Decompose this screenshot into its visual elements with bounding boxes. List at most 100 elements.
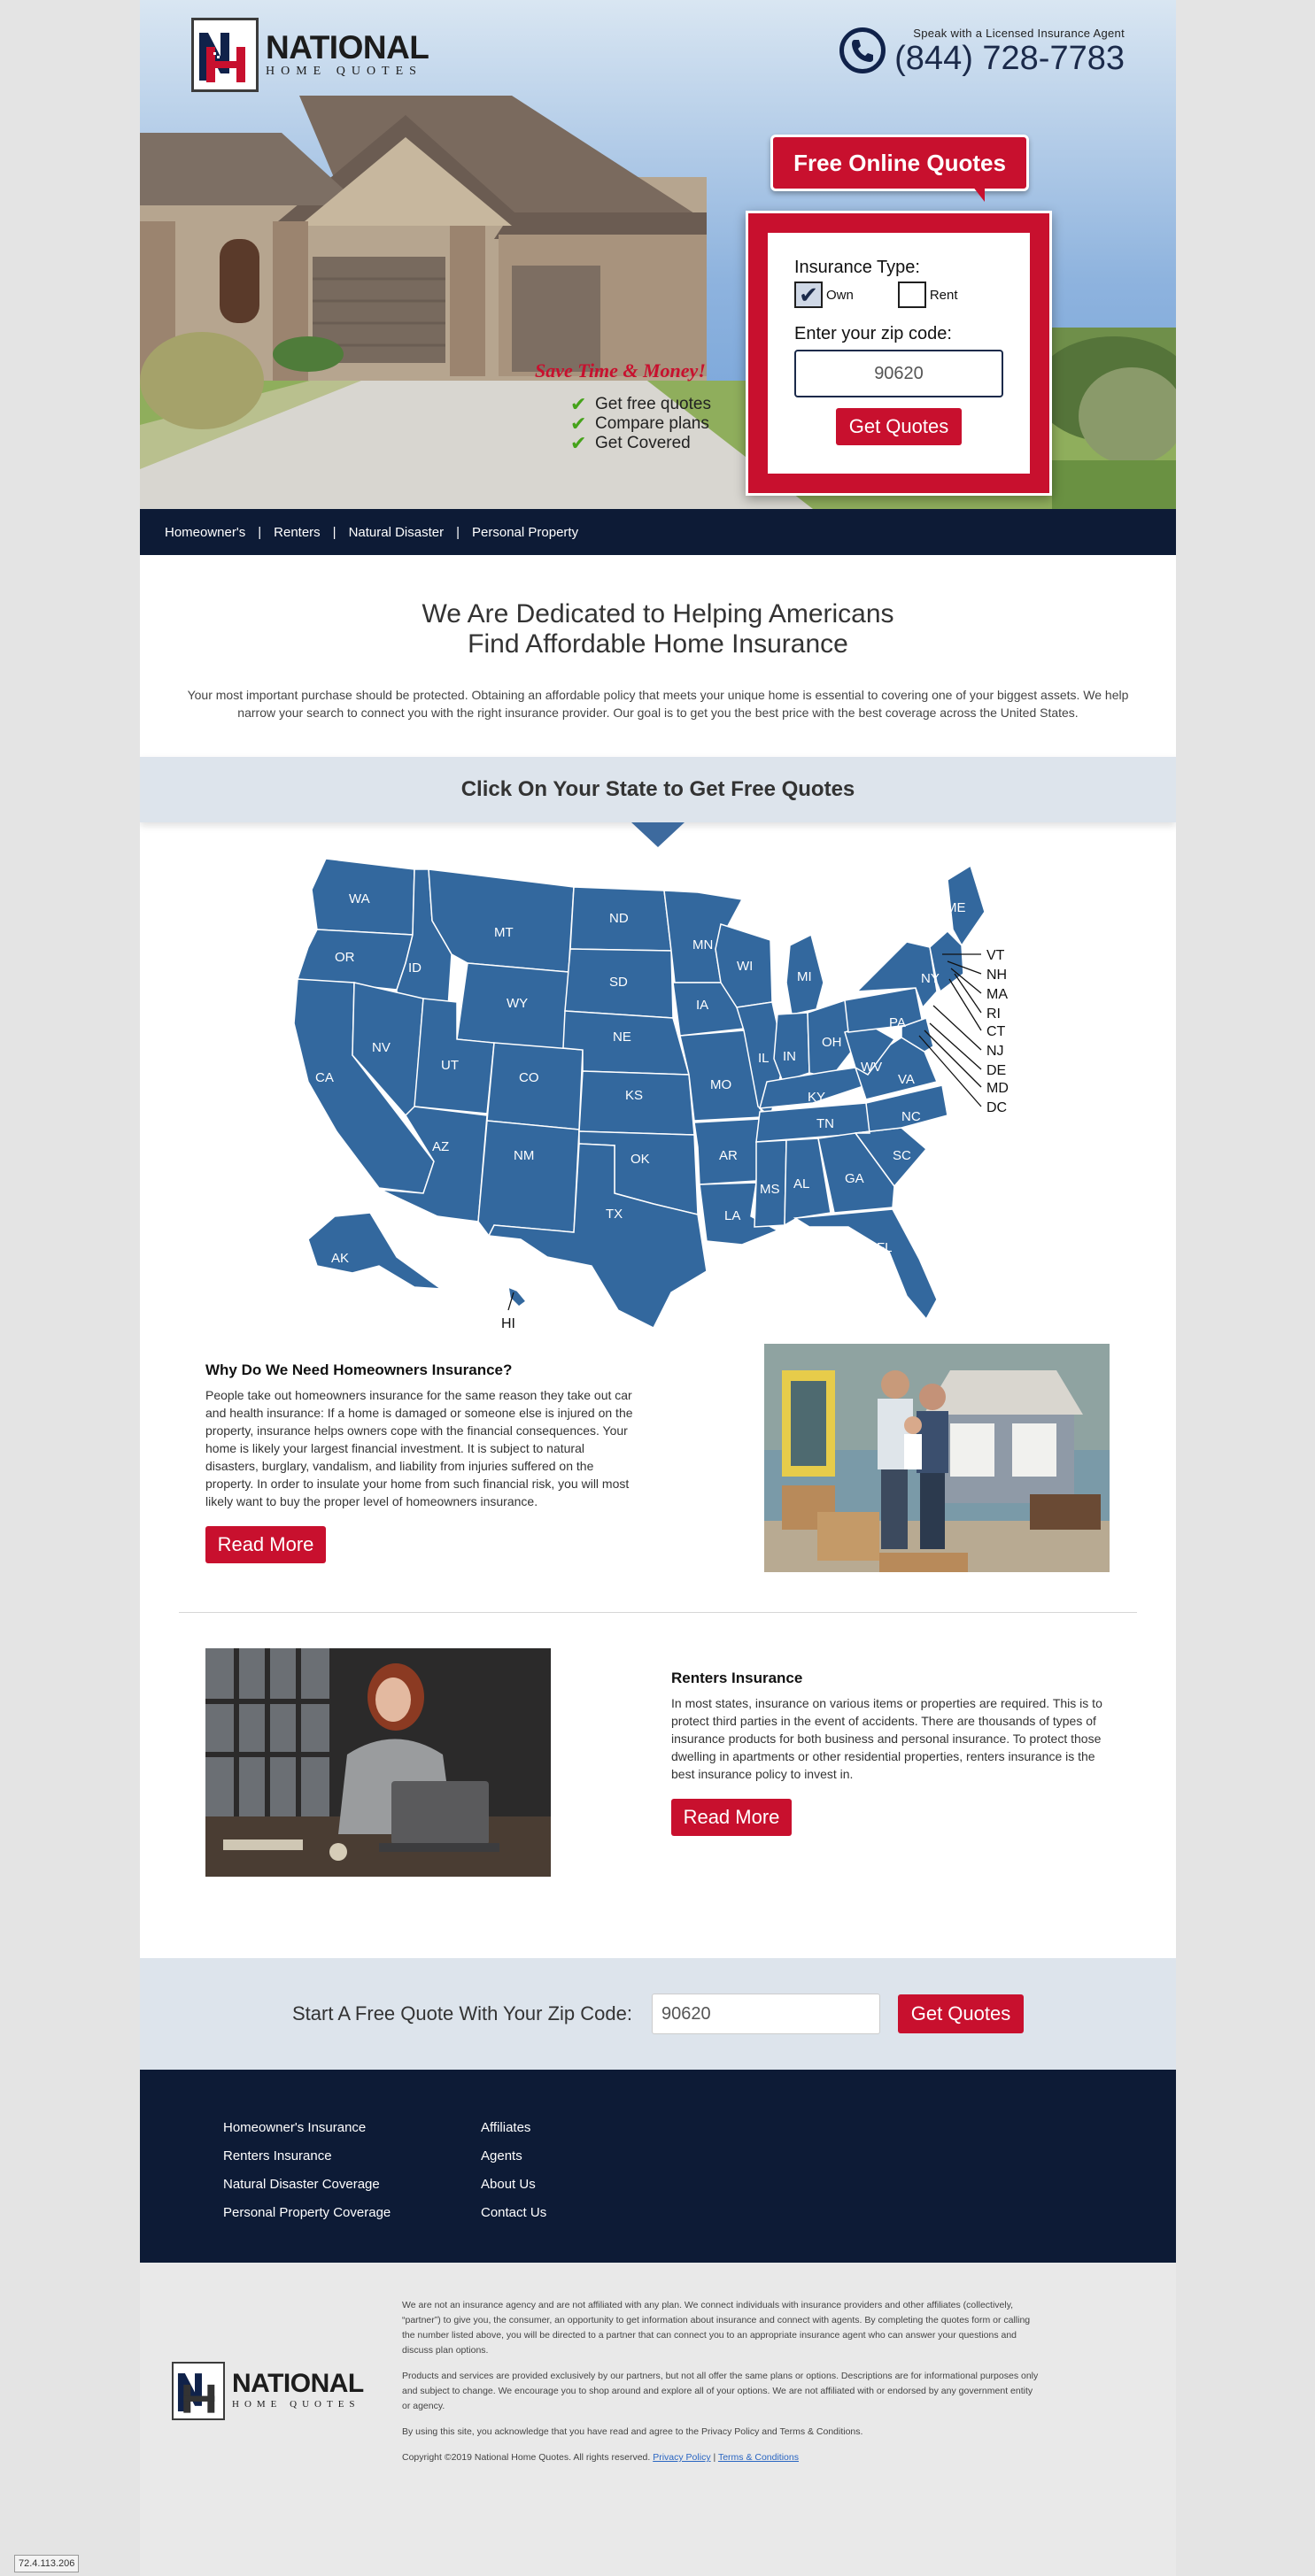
legal-text: We are not an insurance agency and are n… <box>402 2298 1040 2476</box>
svg-text:NE: NE <box>613 1030 631 1045</box>
option-own[interactable]: ✔ Own <box>794 282 854 308</box>
svg-text:SD: SD <box>609 975 628 990</box>
footer-column-coverage: Homeowner's Insurance Renters Insurance … <box>223 2114 391 2227</box>
svg-text:MN: MN <box>692 937 713 953</box>
hero-benefits-list: ✔ Get free quotes ✔ Compare plans ✔ Get Cov… <box>570 395 711 453</box>
svg-text:WY: WY <box>507 996 528 1011</box>
option-rent[interactable]: Rent <box>897 282 958 308</box>
svg-text:AL: AL <box>793 1176 809 1192</box>
svg-text:KY: KY <box>808 1090 825 1105</box>
phone-icon <box>839 27 886 73</box>
intro-title: We Are Dedicated to Helping Americans Fi… <box>422 599 894 659</box>
state-KS[interactable] <box>578 1070 695 1136</box>
svg-text:NJ: NJ <box>986 1044 1004 1059</box>
svg-text:WV: WV <box>861 1060 882 1075</box>
svg-text:NY: NY <box>921 971 940 986</box>
footer-link[interactable]: Natural Disaster Coverage <box>223 2171 391 2199</box>
legal-footer: NATIONAL HOME QUOTES We are not an insur… <box>140 2263 1176 2576</box>
own-checkbox[interactable]: ✔ <box>794 282 823 308</box>
svg-text:PA: PA <box>889 1015 906 1030</box>
svg-text:VA: VA <box>898 1072 915 1087</box>
privacy-policy-link[interactable]: Privacy Policy <box>653 2452 710 2463</box>
get-quotes-button[interactable]: Get Quotes <box>836 408 962 445</box>
svg-text:MD: MD <box>986 1081 1009 1096</box>
zip-bar-input[interactable] <box>651 1994 880 2034</box>
svg-text:WA: WA <box>349 891 370 906</box>
quote-form: Insurance Type: ✔ Own Rent Enter your zi… <box>746 211 1052 496</box>
footer-link[interactable]: Agents <box>481 2142 546 2171</box>
footer-link[interactable]: About Us <box>481 2171 546 2199</box>
svg-text:LA: LA <box>724 1208 740 1223</box>
logo-wordmark: NATIONAL <box>266 29 429 66</box>
renters-read-more-button[interactable]: Read More <box>671 1799 792 1836</box>
brand-logo[interactable]: NATIONAL HOME QUOTES <box>191 18 429 92</box>
svg-text:HI: HI <box>501 1316 515 1328</box>
nav-item-personal-property[interactable]: Personal Property <box>472 525 578 540</box>
homeowners-text: People take out homeowners insurance for… <box>205 1388 633 1508</box>
zip-code-label: Enter your zip code: <box>794 324 952 343</box>
renters-title: Renters Insurance <box>671 1670 803 1686</box>
legal-paragraph: We are not an insurance agency and are n… <box>402 2300 1031 2356</box>
footer-link[interactable]: Personal Property Coverage <box>223 2199 391 2227</box>
svg-text:FL: FL <box>877 1240 893 1255</box>
zip-code-input[interactable] <box>794 350 1003 397</box>
homeowners-read-more-button[interactable]: Read More <box>205 1526 326 1563</box>
state-HI[interactable] <box>507 1285 528 1307</box>
family-house-image <box>764 1344 1110 1572</box>
state-CO[interactable] <box>486 1042 584 1130</box>
svg-text:AK: AK <box>331 1251 349 1266</box>
footer-column-company: Affiliates Agents About Us Contact Us <box>481 2114 546 2227</box>
svg-text:ME: ME <box>946 900 966 915</box>
phone-caption: Speak with a Licensed Insurance Agent <box>913 27 1125 40</box>
svg-text:SC: SC <box>893 1148 911 1163</box>
svg-text:GA: GA <box>845 1171 864 1186</box>
renters-text: In most states, insurance on various ite… <box>671 1696 1102 1781</box>
state-banner: Click On Your State to Get Free Quotes <box>140 757 1176 822</box>
benefit-item: ✔ Get free quotes <box>570 393 711 415</box>
state-FL[interactable] <box>793 1208 938 1321</box>
logo-wordmark: NATIONAL <box>232 2369 364 2398</box>
hero-tagline: Save Time & Money! <box>535 359 706 382</box>
state-IN[interactable] <box>773 1012 810 1083</box>
footer-link[interactable]: Affiliates <box>481 2114 546 2142</box>
svg-text:VT: VT <box>986 948 1005 963</box>
phone-number[interactable]: (844) 728-7783 <box>894 40 1125 77</box>
page: NATIONAL HOME QUOTES Speak with a Licens… <box>140 0 1176 2576</box>
hero: NATIONAL HOME QUOTES Speak with a Licens… <box>140 0 1176 509</box>
footer-link[interactable]: Renters Insurance <box>223 2142 391 2171</box>
rent-checkbox[interactable] <box>897 282 926 308</box>
logo-subtitle: HOME QUOTES <box>266 65 422 78</box>
footer-link[interactable]: Contact Us <box>481 2199 546 2227</box>
phone-contact[interactable]: Speak with a Licensed Insurance Agent (8… <box>839 27 1125 77</box>
intro-text: Your most important purchase should be p… <box>187 688 1129 720</box>
state-AK[interactable] <box>307 1212 444 1290</box>
checkmark-icon: ✔ <box>570 432 587 454</box>
svg-text:NM: NM <box>514 1148 534 1163</box>
footer-logo[interactable]: NATIONAL HOME QUOTES <box>172 2362 364 2420</box>
terms-link[interactable]: Terms & Conditions <box>718 2452 799 2463</box>
section-divider <box>179 1612 1137 1613</box>
svg-text:MO: MO <box>710 1077 731 1092</box>
nav-item-homeowners[interactable]: Homeowner's <box>165 525 245 540</box>
svg-text:MT: MT <box>494 925 514 940</box>
footer-links: Homeowner's Insurance Renters Insurance … <box>140 2070 1176 2263</box>
ip-address-badge: 72.4.113.206 <box>14 2555 80 2572</box>
svg-text:AR: AR <box>719 1148 738 1163</box>
benefit-item: ✔ Compare plans <box>570 413 709 435</box>
svg-text:MI: MI <box>797 969 812 984</box>
svg-text:IN: IN <box>783 1049 796 1064</box>
svg-text:NC: NC <box>901 1109 921 1124</box>
legal-paragraph: By using this site, you acknowledge that… <box>402 2426 863 2437</box>
footer-link[interactable]: Homeowner's Insurance <box>223 2114 391 2142</box>
svg-text:IA: IA <box>696 998 708 1013</box>
zip-bar-get-quotes-button[interactable]: Get Quotes <box>897 1994 1024 2033</box>
nav-item-natural-disaster[interactable]: Natural Disaster <box>349 525 445 540</box>
insurance-type-label: Insurance Type: <box>794 258 920 277</box>
nav-item-renters[interactable]: Renters <box>274 525 321 540</box>
state-NM[interactable] <box>477 1120 580 1238</box>
zip-quote-bar: Start A Free Quote With Your Zip Code: G… <box>140 1958 1176 2070</box>
svg-text:KS: KS <box>625 1088 643 1103</box>
banner-down-arrow-icon <box>631 822 685 847</box>
renters-section: Renters Insurance In most states, insura… <box>671 1670 1105 1836</box>
svg-text:MS: MS <box>760 1182 780 1197</box>
